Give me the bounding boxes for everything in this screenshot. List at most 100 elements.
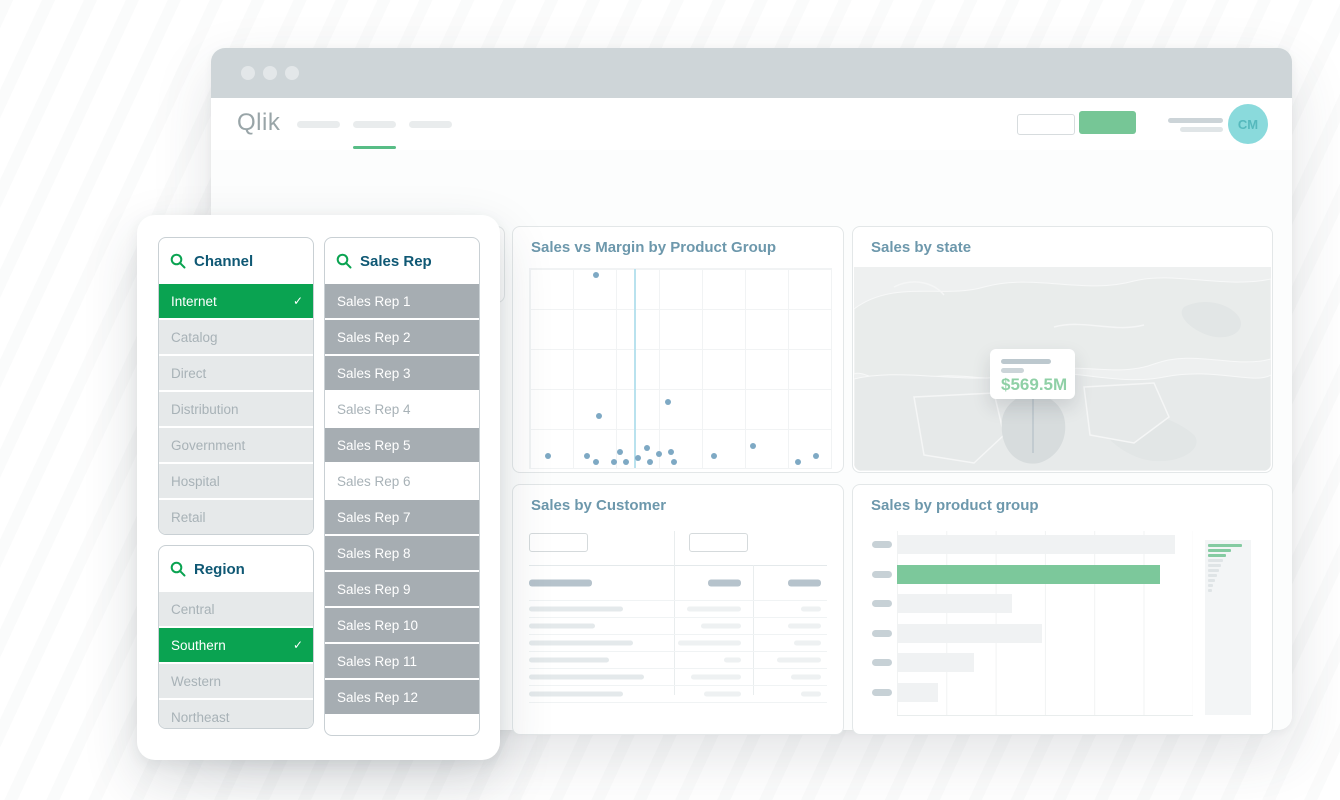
- table-filter-box-1[interactable]: [529, 533, 588, 552]
- filter-panel-header: Channel: [159, 238, 313, 284]
- table-filter-box-2[interactable]: [689, 533, 748, 552]
- nav-item-2-active[interactable]: [353, 121, 396, 128]
- filter-value-sales-rep-7[interactable]: Sales Rep 7: [325, 500, 479, 534]
- table-row[interactable]: [529, 686, 827, 703]
- cell-placeholder: [691, 675, 741, 680]
- filter-value-sales-rep-1[interactable]: Sales Rep 1: [325, 284, 479, 318]
- filter-value-sales-rep-5[interactable]: Sales Rep 5: [325, 428, 479, 462]
- table-row[interactable]: [529, 669, 827, 686]
- scatter-point[interactable]: [665, 399, 671, 405]
- table-row[interactable]: [529, 601, 827, 618]
- nav-item-3[interactable]: [409, 121, 452, 128]
- minimap-bar: [1208, 579, 1215, 582]
- filter-panel-channel: Channel Internet✓ Catalog DirectDistributi…: [158, 237, 314, 535]
- scatter-point[interactable]: [647, 459, 653, 465]
- nav-item-1[interactable]: [297, 121, 340, 128]
- filter-value-retail[interactable]: Retail: [159, 500, 313, 534]
- filter-value-sales-rep-4[interactable]: Sales Rep 4: [325, 392, 479, 426]
- scatter-plot[interactable]: [529, 268, 832, 469]
- window-close-icon[interactable]: [241, 66, 255, 80]
- filter-value-central[interactable]: Central: [159, 592, 313, 626]
- filter-value-sales-rep-6[interactable]: Sales Rep 6: [325, 464, 479, 498]
- map-area[interactable]: $569.5M: [854, 267, 1271, 471]
- filter-value-government[interactable]: Government: [159, 428, 313, 462]
- scatter-point[interactable]: [750, 443, 756, 449]
- scatter-point[interactable]: [795, 459, 801, 465]
- bar-label-placeholder: [872, 689, 892, 696]
- filter-value-catalog[interactable]: Catalog: [159, 320, 313, 354]
- bar[interactable]: [897, 683, 938, 702]
- window-minimize-icon[interactable]: [263, 66, 277, 80]
- scatter-point[interactable]: [617, 449, 623, 455]
- scatter-point[interactable]: [656, 451, 662, 457]
- bar-label-placeholder: [872, 600, 892, 607]
- map-chart-card: Sales by state: [852, 226, 1273, 473]
- scatter-chart-card: Sales vs Margin by Product Group: [512, 226, 844, 473]
- scatter-point[interactable]: [611, 459, 617, 465]
- scatter-point[interactable]: [623, 459, 629, 465]
- minimap-bar: [1208, 574, 1217, 577]
- filter-value-internet[interactable]: Internet✓: [159, 284, 313, 318]
- scatter-point[interactable]: [584, 453, 590, 459]
- scatter-point[interactable]: [593, 459, 599, 465]
- scatter-point[interactable]: [545, 453, 551, 459]
- bar[interactable]: [897, 624, 1042, 643]
- bar[interactable]: [897, 653, 974, 672]
- primary-button[interactable]: [1079, 111, 1136, 134]
- filter-value-sales-rep-8[interactable]: Sales Rep 8: [325, 536, 479, 570]
- secondary-button[interactable]: [1017, 114, 1075, 135]
- cell-placeholder: [708, 580, 741, 587]
- filter-value-western[interactable]: Western: [159, 664, 313, 698]
- user-name-placeholder: [1168, 118, 1223, 123]
- filter-value-distribution[interactable]: Distribution: [159, 392, 313, 426]
- scatter-point[interactable]: [813, 453, 819, 459]
- filter-list-channel: Internet✓ Catalog DirectDistributionGovern…: [159, 284, 313, 534]
- search-icon[interactable]: [170, 561, 186, 577]
- filter-value-sales-rep-11[interactable]: Sales Rep 11: [325, 644, 479, 678]
- scatter-point[interactable]: [593, 272, 599, 278]
- table-row[interactable]: [529, 566, 827, 601]
- bar[interactable]: [897, 535, 1175, 554]
- scatter-point[interactable]: [668, 449, 674, 455]
- scatter-point[interactable]: [635, 455, 641, 461]
- filter-panel-header: Sales Rep: [325, 238, 479, 284]
- filter-panel-region: Region CentralSouthern✓WesternNortheast: [158, 545, 314, 729]
- bar[interactable]: [897, 594, 1012, 613]
- product-bars-card: Sales by product group: [852, 484, 1273, 735]
- cell-placeholder: [529, 658, 609, 663]
- bar-minimap[interactable]: [1205, 540, 1251, 715]
- bar-label-placeholder: [872, 659, 892, 666]
- table-row[interactable]: [529, 635, 827, 652]
- filter-value-sales-rep-12[interactable]: Sales Rep 12: [325, 680, 479, 714]
- minimap-bar: [1208, 584, 1213, 587]
- window-maximize-icon[interactable]: [285, 66, 299, 80]
- filter-value-northeast[interactable]: Northeast: [159, 700, 313, 729]
- filter-value-sales-rep-3[interactable]: Sales Rep 3: [325, 356, 479, 390]
- filter-value-label: Sales Rep 12: [337, 690, 418, 705]
- search-icon[interactable]: [336, 253, 352, 269]
- scatter-point[interactable]: [671, 459, 677, 465]
- scatter-point[interactable]: [596, 413, 602, 419]
- filter-title: Sales Rep: [360, 253, 432, 270]
- minimap-bar: [1208, 564, 1221, 567]
- filter-value-hospital[interactable]: Hospital: [159, 464, 313, 498]
- filter-value-southern[interactable]: Southern✓: [159, 628, 313, 662]
- filter-list-sales-rep: Sales Rep 1Sales Rep 2Sales Rep 3Sales R…: [325, 284, 479, 714]
- table-row[interactable]: [529, 618, 827, 635]
- user-avatar[interactable]: CM: [1228, 104, 1268, 144]
- search-icon[interactable]: [170, 253, 186, 269]
- filter-value-direct[interactable]: Direct: [159, 356, 313, 390]
- table-row[interactable]: [529, 652, 827, 669]
- scatter-point[interactable]: [711, 453, 717, 459]
- filter-value-label: Catalog: [171, 330, 218, 345]
- filter-value-sales-rep-10[interactable]: Sales Rep 10: [325, 608, 479, 642]
- scatter-point[interactable]: [644, 445, 650, 451]
- minimap-bar: [1208, 569, 1219, 572]
- filter-value-sales-rep-9[interactable]: Sales Rep 9: [325, 572, 479, 606]
- active-tab-underline: [353, 146, 396, 149]
- cell-placeholder: [777, 658, 821, 663]
- bar[interactable]: [897, 565, 1160, 584]
- minimap-bar: [1208, 549, 1231, 552]
- filter-title: Channel: [194, 253, 253, 270]
- filter-value-sales-rep-2[interactable]: Sales Rep 2: [325, 320, 479, 354]
